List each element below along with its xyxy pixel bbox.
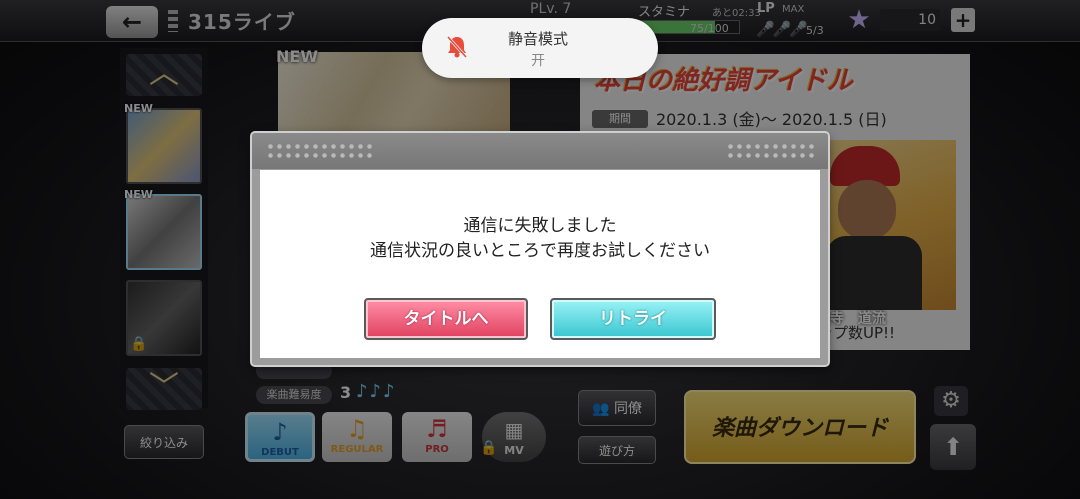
to-title-button[interactable]: タイトルへ	[364, 298, 528, 340]
dialog-body	[260, 170, 820, 358]
toast-subtitle: 开	[531, 53, 545, 69]
dialog-header-pattern	[266, 142, 376, 160]
toast-title: 静音模式	[507, 30, 568, 48]
bell-muted-icon	[446, 35, 468, 59]
dialog-message-line2: 通信状況の良いところで再度お試しください	[370, 241, 710, 261]
dialog-header-pattern	[726, 142, 816, 160]
dialog-message-line1: 通信に失敗しました	[463, 216, 617, 236]
retry-button[interactable]: リトライ	[550, 298, 716, 340]
